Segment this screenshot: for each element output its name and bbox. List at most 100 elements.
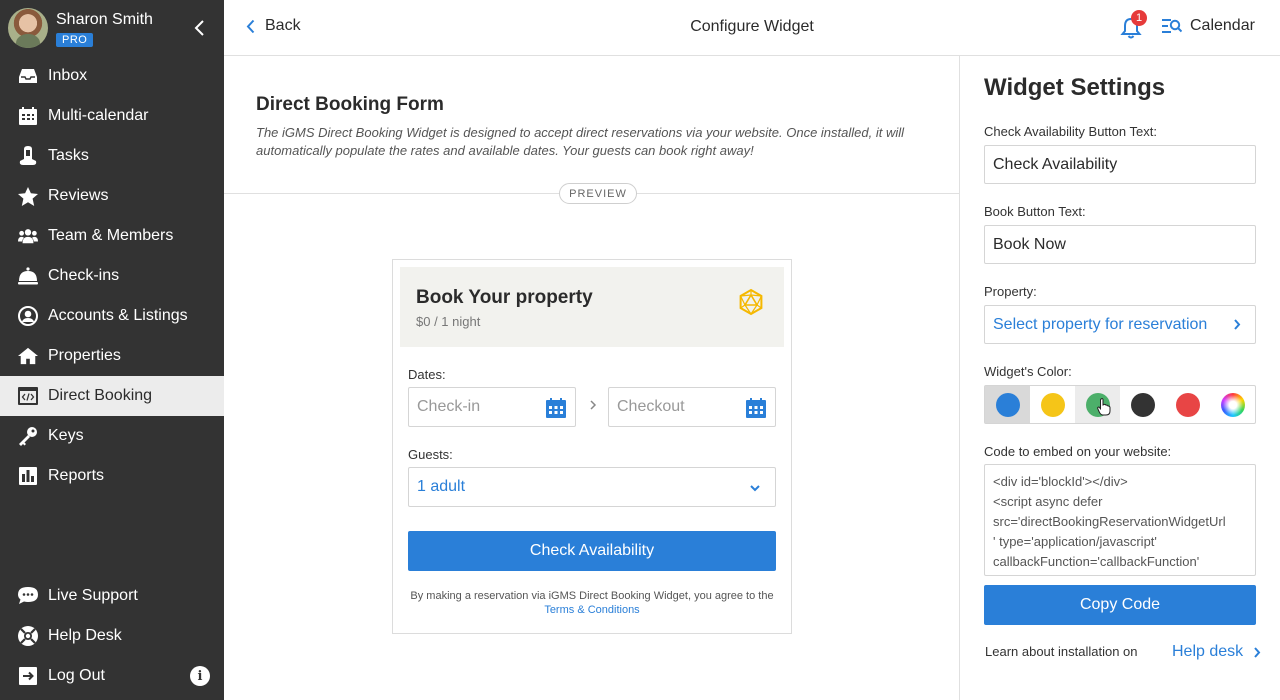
book-button-text-input[interactable]: Book Now — [984, 225, 1256, 264]
sidebar-item-help-desk[interactable]: Help Desk — [0, 616, 224, 656]
sidebar-item-properties[interactable]: Properties — [0, 336, 224, 376]
calendar-icon — [746, 398, 766, 418]
preview-label: PREVIEW — [559, 183, 637, 204]
checkin-field[interactable]: Check-in — [408, 387, 576, 427]
sidebar-item-label: Check-ins — [48, 267, 120, 284]
property-value: Select property for reservation — [993, 315, 1208, 333]
settings-title: Widget Settings — [984, 74, 1166, 101]
logout-icon — [18, 666, 38, 686]
check-availability-button[interactable]: Check Availability — [408, 531, 776, 571]
sidebar-item-label: Inbox — [48, 67, 88, 84]
sidebar-item-label: Reviews — [48, 187, 109, 204]
sidebar-item-multi-calendar[interactable]: Multi-calendar — [0, 96, 224, 136]
code-line: callbackFunction='callbackFunction' — [993, 554, 1200, 569]
top-bar: Back Configure Widget 1 Calendar — [224, 0, 1280, 56]
dates-label: Dates: — [408, 367, 446, 382]
embed-code-box[interactable]: <div id='blockId'></div> <script async d… — [984, 464, 1256, 576]
widget-header: Book Your property $0 / 1 night — [400, 267, 784, 347]
check-button-text-input[interactable]: Check Availability — [984, 145, 1256, 184]
widget-price: $0 / 1 night — [416, 314, 481, 329]
sidebar-item-label: Log Out — [48, 667, 105, 684]
notification-badge: 1 — [1131, 10, 1147, 26]
help-desk-link[interactable]: Help desk — [1172, 643, 1261, 661]
home-icon — [18, 346, 38, 366]
chevron-left-icon — [194, 20, 204, 36]
code-line: ' type='application/javascript' — [993, 534, 1157, 549]
sidebar-item-live-support[interactable]: Live Support — [0, 576, 224, 616]
sidebar-item-label: Multi-calendar — [48, 107, 149, 124]
color-option-blue[interactable] — [985, 386, 1030, 423]
chevron-right-icon — [590, 400, 597, 410]
star-icon — [18, 186, 38, 206]
sidebar-item-label: Help Desk — [48, 627, 122, 644]
bell-service-icon — [18, 266, 38, 286]
sidebar-item-direct-booking[interactable]: Direct Booking — [0, 376, 224, 416]
sidebar-item-inbox[interactable]: Inbox — [0, 56, 224, 96]
sidebar-item-keys[interactable]: Keys — [0, 416, 224, 456]
sidebar-item-label: Reports — [48, 467, 105, 484]
book-button-text-label: Book Button Text: — [984, 204, 1086, 219]
sidebar-item-check-ins[interactable]: Check-ins — [0, 256, 224, 296]
tasks-icon — [18, 146, 38, 166]
calendar-icon — [546, 398, 566, 418]
sidebar-item-label: Tasks — [48, 147, 89, 164]
chevron-right-icon — [1234, 319, 1241, 330]
color-option-yellow[interactable] — [1030, 386, 1075, 423]
learn-installation-text: Learn about installation on — [985, 644, 1138, 659]
sidebar: Sharon Smith PRO Inbox Multi-calendar Ta… — [0, 0, 224, 700]
widget-title: Book Your property — [416, 287, 593, 308]
chevron-right-icon — [1254, 646, 1261, 658]
key-icon — [18, 426, 38, 446]
sidebar-item-reports[interactable]: Reports — [0, 456, 224, 496]
blue-swatch — [995, 392, 1020, 417]
checkout-field[interactable]: Checkout — [608, 387, 776, 427]
sidebar-nav: Inbox Multi-calendar Tasks Reviews Team … — [0, 56, 224, 496]
team-icon — [18, 226, 38, 246]
sidebar-item-label: Accounts & Listings — [48, 307, 188, 324]
code-line: <div id='blockId'></div> — [993, 474, 1128, 489]
property-select[interactable]: Select property for reservation — [984, 305, 1256, 344]
guests-value: 1 adult — [417, 478, 466, 495]
user-profile[interactable]: Sharon Smith PRO — [0, 0, 224, 56]
terms-text: By making a reservation via iGMS Direct … — [408, 589, 776, 617]
checkin-placeholder: Check-in — [417, 398, 481, 415]
calendar-search-icon — [1162, 19, 1182, 33]
color-option-red[interactable] — [1165, 386, 1210, 423]
sidebar-item-tasks[interactable]: Tasks — [0, 136, 224, 176]
avatar[interactable] — [8, 8, 48, 48]
widget-settings-panel: Widget Settings Check Availability Butto… — [961, 56, 1280, 700]
yellow-swatch — [1040, 392, 1065, 417]
sidebar-item-label: Keys — [48, 427, 84, 444]
info-icon[interactable]: i — [190, 666, 210, 686]
guests-select[interactable]: 1 adult — [408, 467, 776, 507]
chevron-down-icon — [750, 485, 760, 492]
sidebar-item-team[interactable]: Team & Members — [0, 216, 224, 256]
widget-preview: Book Your property $0 / 1 night Dates: C… — [392, 259, 792, 634]
user-name: Sharon Smith — [56, 11, 153, 28]
color-option-custom[interactable] — [1210, 386, 1255, 423]
igms-logo-icon — [739, 288, 763, 316]
check-button-text-value: Check Availability — [993, 155, 1118, 173]
collapse-sidebar-button[interactable] — [192, 18, 208, 38]
account-icon — [18, 306, 38, 326]
copy-code-button[interactable]: Copy Code — [984, 585, 1256, 625]
reports-icon — [18, 466, 38, 486]
sidebar-item-label: Live Support — [48, 587, 138, 604]
sidebar-item-accounts[interactable]: Accounts & Listings — [0, 296, 224, 336]
calendar-button[interactable]: Calendar — [1162, 17, 1255, 35]
terms-prefix: By making a reservation via iGMS Direct … — [410, 590, 774, 602]
terms-link[interactable]: Terms & Conditions — [544, 604, 639, 616]
property-label: Property: — [984, 284, 1037, 299]
hand-cursor-icon — [1097, 398, 1111, 416]
sidebar-item-reviews[interactable]: Reviews — [0, 176, 224, 216]
red-swatch — [1175, 392, 1200, 417]
sidebar-item-log-out[interactable]: Log Out i — [0, 656, 224, 696]
color-option-black[interactable] — [1120, 386, 1165, 423]
sidebar-item-label: Properties — [48, 347, 121, 364]
inbox-icon — [18, 66, 38, 86]
black-swatch — [1130, 392, 1155, 417]
form-title: Direct Booking Form — [256, 94, 444, 115]
guests-label: Guests: — [408, 447, 453, 462]
color-option-green[interactable] — [1075, 386, 1120, 423]
code-window-icon — [18, 386, 38, 406]
